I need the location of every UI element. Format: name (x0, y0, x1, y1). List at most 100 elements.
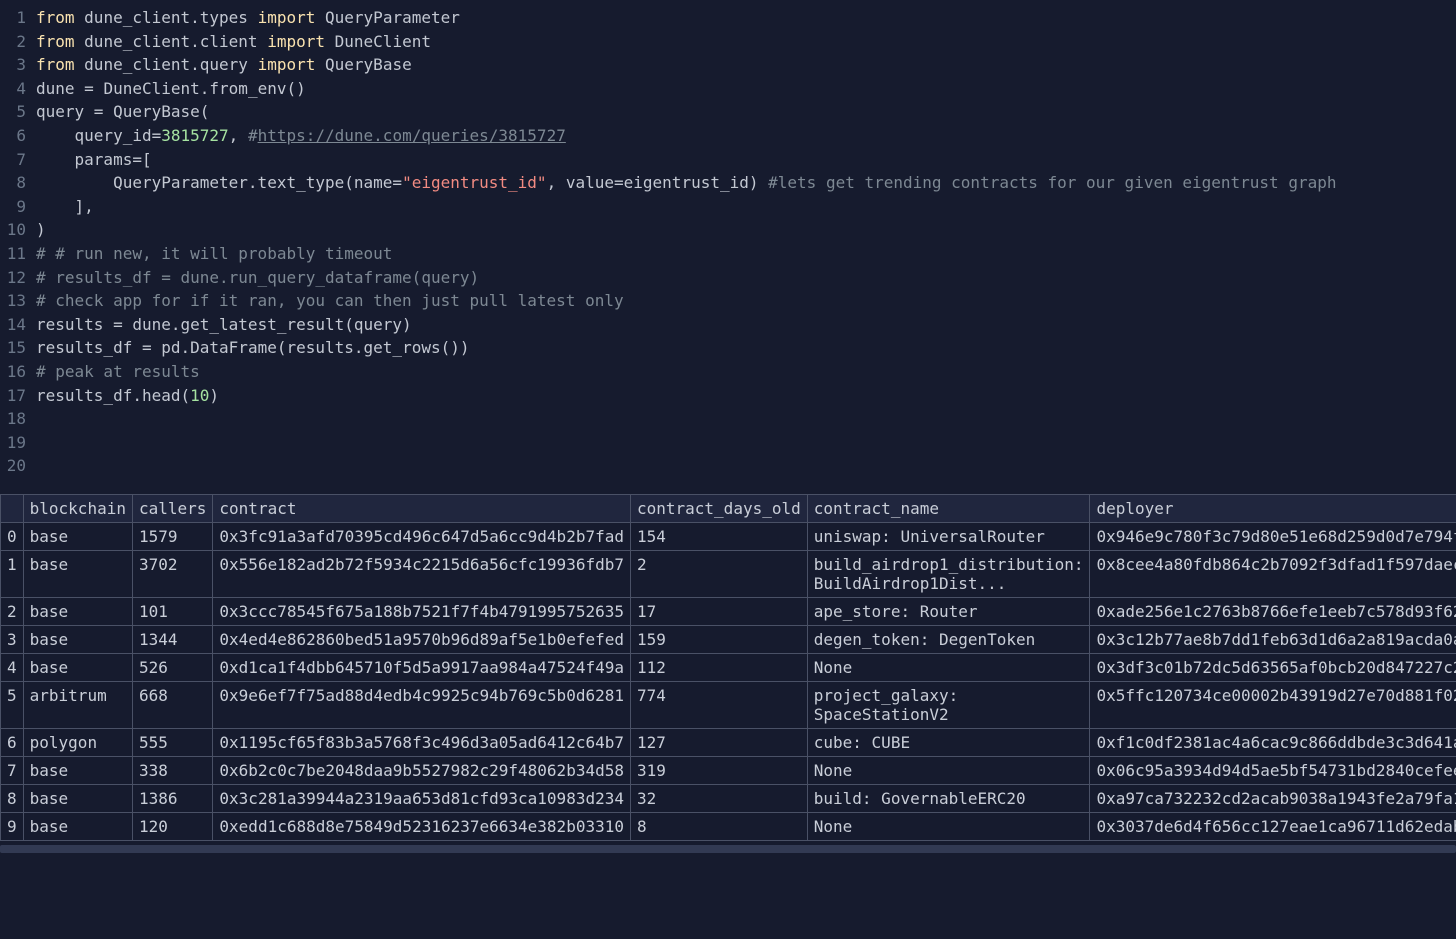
line-number: 18 (0, 407, 36, 431)
table-cell: 0x9e6ef7f75ad88d4edb4c9925c94b769c5b0d62… (213, 681, 631, 728)
table-cell: 1344 (132, 625, 212, 653)
code-line: ) (36, 218, 1456, 242)
code-line: # # run new, it will probably timeout (36, 242, 1456, 266)
table-cell: 6 (1, 728, 24, 756)
table-cell: base (23, 625, 132, 653)
table-cell: 17 (630, 597, 807, 625)
table-header-cell: callers (132, 494, 212, 522)
table-cell: 0x3df3c01b72dc5d63565af0bcb20d847227c220… (1090, 653, 1456, 681)
table-row: 1base37020x556e182ad2b72f5934c2215d6a56c… (1, 550, 1456, 597)
code-line: dune = DuneClient.from_env() (36, 77, 1456, 101)
line-number: 13 (0, 289, 36, 313)
table-cell: ape_store: Router (807, 597, 1090, 625)
line-number: 8 (0, 171, 36, 195)
table-cell: 0x1195cf65f83b3a5768f3c496d3a05ad6412c64… (213, 728, 631, 756)
table-cell: uniswap: UniversalRouter (807, 522, 1090, 550)
table-cell: 319 (630, 756, 807, 784)
table-cell: 1386 (132, 784, 212, 812)
table-cell: 0x3ccc78545f675a188b7521f7f4b47919957526… (213, 597, 631, 625)
table-cell: base (23, 550, 132, 597)
table-cell: 159 (630, 625, 807, 653)
table-cell: 1 (1, 550, 24, 597)
line-number: 16 (0, 360, 36, 384)
line-number: 10 (0, 218, 36, 242)
table-row: 7base3380x6b2c0c7be2048daa9b5527982c29f4… (1, 756, 1456, 784)
line-number: 4 (0, 77, 36, 101)
table-row: 0base15790x3fc91a3afd70395cd496c647d5a6c… (1, 522, 1456, 550)
table-cell: 127 (630, 728, 807, 756)
table-cell: 0x3037de6d4f656cc127eae1ca96711d62edab11… (1090, 812, 1456, 840)
results-table: blockchaincallerscontractcontract_days_o… (0, 494, 1456, 841)
line-number: 11 (0, 242, 36, 266)
code-line: params=[ (36, 148, 1456, 172)
line-number-gutter: 1234567891011121314151617181920 (0, 6, 36, 478)
code-line: from dune_client.query import QueryBase (36, 53, 1456, 77)
line-number: 20 (0, 454, 36, 478)
table-cell: degen_token: DegenToken (807, 625, 1090, 653)
table-row: 5arbitrum6680x9e6ef7f75ad88d4edb4c9925c9… (1, 681, 1456, 728)
table-cell: 2 (1, 597, 24, 625)
table-cell: build: GovernableERC20 (807, 784, 1090, 812)
line-number: 7 (0, 148, 36, 172)
line-number: 14 (0, 313, 36, 337)
table-cell: 0xedd1c688d8e75849d52316237e6634e382b033… (213, 812, 631, 840)
code-line: # peak at results (36, 360, 1456, 384)
table-cell: 7 (1, 756, 24, 784)
table-cell: 3702 (132, 550, 212, 597)
table-cell: 668 (132, 681, 212, 728)
table-cell: 0x3c281a39944a2319aa653d81cfd93ca10983d2… (213, 784, 631, 812)
table-row: 4base5260xd1ca1f4dbb645710f5d5a9917aa984… (1, 653, 1456, 681)
table-cell: 0x3c12b77ae8b7dd1feb63d1d6a2a819acda0a41… (1090, 625, 1456, 653)
table-cell: 774 (630, 681, 807, 728)
table-cell: 338 (132, 756, 212, 784)
line-number: 19 (0, 431, 36, 455)
table-cell: 154 (630, 522, 807, 550)
code-editor: 1234567891011121314151617181920 from dun… (0, 0, 1456, 488)
table-cell: base (23, 756, 132, 784)
table-cell: 9 (1, 812, 24, 840)
table-cell: base (23, 653, 132, 681)
table-row: 2base1010x3ccc78545f675a188b7521f7f4b479… (1, 597, 1456, 625)
table-cell: arbitrum (23, 681, 132, 728)
table-cell: 0xd1ca1f4dbb645710f5d5a9917aa984a47524f4… (213, 653, 631, 681)
table-cell: 2 (630, 550, 807, 597)
table-cell: project_galaxy: SpaceStationV2 (807, 681, 1090, 728)
table-header-cell: contract_days_old (630, 494, 807, 522)
table-row: 6polygon5550x1195cf65f83b3a5768f3c496d3a… (1, 728, 1456, 756)
table-cell: 112 (630, 653, 807, 681)
code-line: QueryParameter.text_type(name="eigentrus… (36, 171, 1456, 195)
table-cell: polygon (23, 728, 132, 756)
table-cell: None (807, 812, 1090, 840)
table-cell: 120 (132, 812, 212, 840)
table-cell: 0x4ed4e862860bed51a9570b96d89af5e1b0efef… (213, 625, 631, 653)
table-row: 9base1200xedd1c688d8e75849d52316237e6634… (1, 812, 1456, 840)
code-line: query_id=3815727, #https://dune.com/quer… (36, 124, 1456, 148)
table-cell: 0x8cee4a80fdb864c2b7092f3dfad1f597daec64… (1090, 550, 1456, 597)
table-cell: base (23, 812, 132, 840)
code-line: # results_df = dune.run_query_dataframe(… (36, 266, 1456, 290)
table-cell: base (23, 597, 132, 625)
horizontal-scrollbar[interactable] (0, 845, 1456, 853)
table-cell: 8 (630, 812, 807, 840)
table-cell: 0xade256e1c2763b8766efe1eeb7c578d93f621f… (1090, 597, 1456, 625)
table-header-cell: contract (213, 494, 631, 522)
table-cell: None (807, 653, 1090, 681)
line-number: 12 (0, 266, 36, 290)
code-line: results = dune.get_latest_result(query) (36, 313, 1456, 337)
table-cell: 0 (1, 522, 24, 550)
code-line: results_df.head(10) (36, 384, 1456, 408)
line-number: 9 (0, 195, 36, 219)
output-table-wrapper: blockchaincallerscontractcontract_days_o… (0, 494, 1456, 841)
code-line: # check app for if it ran, you can then … (36, 289, 1456, 313)
table-cell: 0xf1c0df2381ac4a6cac9c866ddbde3c3d641a13… (1090, 728, 1456, 756)
code-line: from dune_client.types import QueryParam… (36, 6, 1456, 30)
table-cell: 555 (132, 728, 212, 756)
table-header-cell: deployer (1090, 494, 1456, 522)
table-cell: 3 (1, 625, 24, 653)
table-header-cell: contract_name (807, 494, 1090, 522)
code-area[interactable]: from dune_client.types import QueryParam… (36, 6, 1456, 478)
table-header-cell (1, 494, 24, 522)
code-line: ], (36, 195, 1456, 219)
table-cell: 526 (132, 653, 212, 681)
table-cell: 8 (1, 784, 24, 812)
